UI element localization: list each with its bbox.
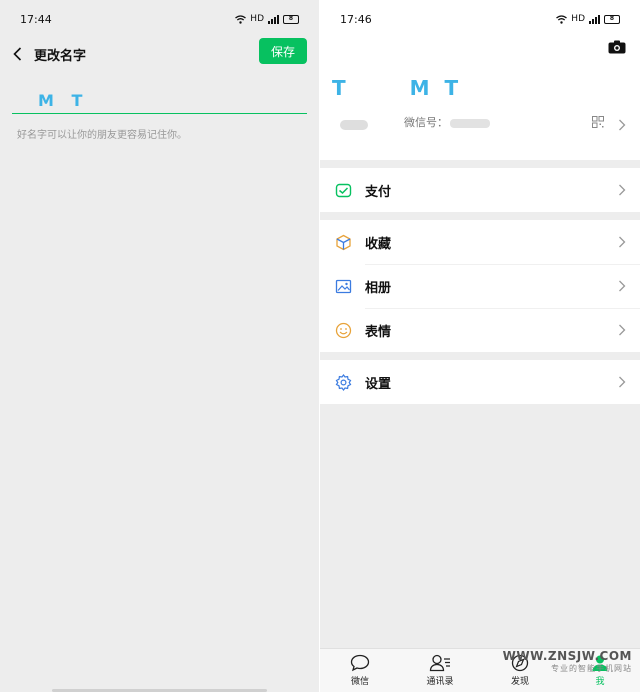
name-input[interactable]: M T (12, 90, 307, 114)
nav-bar: 更改名字 保存 (0, 38, 319, 70)
chevron-right-icon (618, 321, 626, 340)
camera-row (320, 38, 640, 58)
menu-item-label: 相册 (365, 280, 392, 296)
menu-item-label: 支付 (365, 184, 392, 200)
tab-contacts[interactable]: 通讯录 (400, 649, 480, 692)
blurred-id (450, 118, 490, 128)
qr-code-icon[interactable] (592, 116, 604, 128)
back-icon[interactable] (10, 47, 24, 61)
tab-label: 通讯录 (426, 677, 454, 687)
menu-item-pay[interactable]: 支付 (320, 168, 640, 212)
tab-label: 发现 (510, 677, 529, 687)
settings-icon (334, 373, 352, 391)
sticker-icon (334, 321, 352, 339)
signal-icon (589, 14, 600, 24)
camera-icon[interactable] (608, 40, 626, 54)
status-icons: HD 8 (235, 14, 299, 24)
menu-group-content: 收藏 相册 表情 (320, 220, 640, 352)
wechat-id: 微信号： (404, 114, 490, 130)
tab-label: 微信 (350, 677, 369, 687)
save-button[interactable]: 保存 (259, 38, 307, 64)
chevron-right-icon (618, 116, 626, 135)
menu-item-label: 设置 (365, 376, 392, 392)
profile-name-right: M T (409, 76, 463, 100)
wifi-icon (556, 14, 568, 24)
menu-item-album[interactable]: 相册 (320, 264, 640, 308)
profile-name-left: T (332, 76, 350, 100)
contacts-icon (429, 654, 450, 672)
me-screen: 17:46 HD 8 T M T 微信号： 支付 收藏 相册 表情 设置 微信 通… (320, 0, 640, 692)
status-icons: HD 8 (556, 14, 620, 24)
tab-label: 我 (595, 677, 605, 687)
status-time: 17:46 (340, 12, 372, 26)
watermark-url: WWW.ZNSJW.COM (502, 649, 632, 663)
profile-name: TM T (332, 76, 462, 100)
network-label: HD (250, 14, 264, 24)
blurred-region (340, 120, 368, 130)
menu-item-stickers[interactable]: 表情 (320, 308, 640, 352)
network-label: HD (571, 14, 585, 24)
status-bar: 17:46 HD 8 (320, 0, 640, 38)
battery-icon: 8 (283, 14, 299, 24)
signal-icon (268, 14, 279, 24)
pay-icon (334, 181, 352, 199)
name-hint: 好名字可以让你的朋友更容易记住你。 (17, 130, 187, 141)
name-input-value: M T (38, 91, 89, 110)
site-watermark: WWW.ZNSJW.COM 专业的智能手机网站 (503, 649, 632, 674)
chevron-right-icon (618, 233, 626, 252)
edit-name-screen: 17:44 HD 8 更改名字 保存 M T 好名字可以让你的朋友更容易记住你。 (0, 0, 319, 692)
wechat-id-label: 微信号： (404, 116, 448, 129)
chevron-right-icon (618, 181, 626, 200)
tab-chats[interactable]: 微信 (320, 649, 400, 692)
battery-icon: 8 (604, 14, 620, 24)
chevron-right-icon (618, 373, 626, 392)
chat-icon (350, 654, 370, 672)
menu-group-settings: 设置 (320, 360, 640, 404)
wifi-icon (235, 14, 247, 24)
watermark-tagline: 专业的智能手机网站 (551, 664, 632, 673)
menu-item-favorites[interactable]: 收藏 (320, 220, 640, 264)
menu-group-pay: 支付 (320, 168, 640, 212)
menu-item-label: 收藏 (365, 236, 392, 252)
status-bar: 17:44 HD 8 (0, 0, 319, 38)
favorites-icon (334, 233, 352, 251)
chevron-right-icon (618, 277, 626, 296)
page-title: 更改名字 (34, 48, 87, 64)
menu-item-label: 表情 (365, 324, 392, 340)
album-icon (334, 277, 352, 295)
profile-card[interactable]: T M T 微信号： (320, 58, 640, 160)
menu-item-settings[interactable]: 设置 (320, 360, 640, 404)
status-time: 17:44 (20, 12, 52, 26)
